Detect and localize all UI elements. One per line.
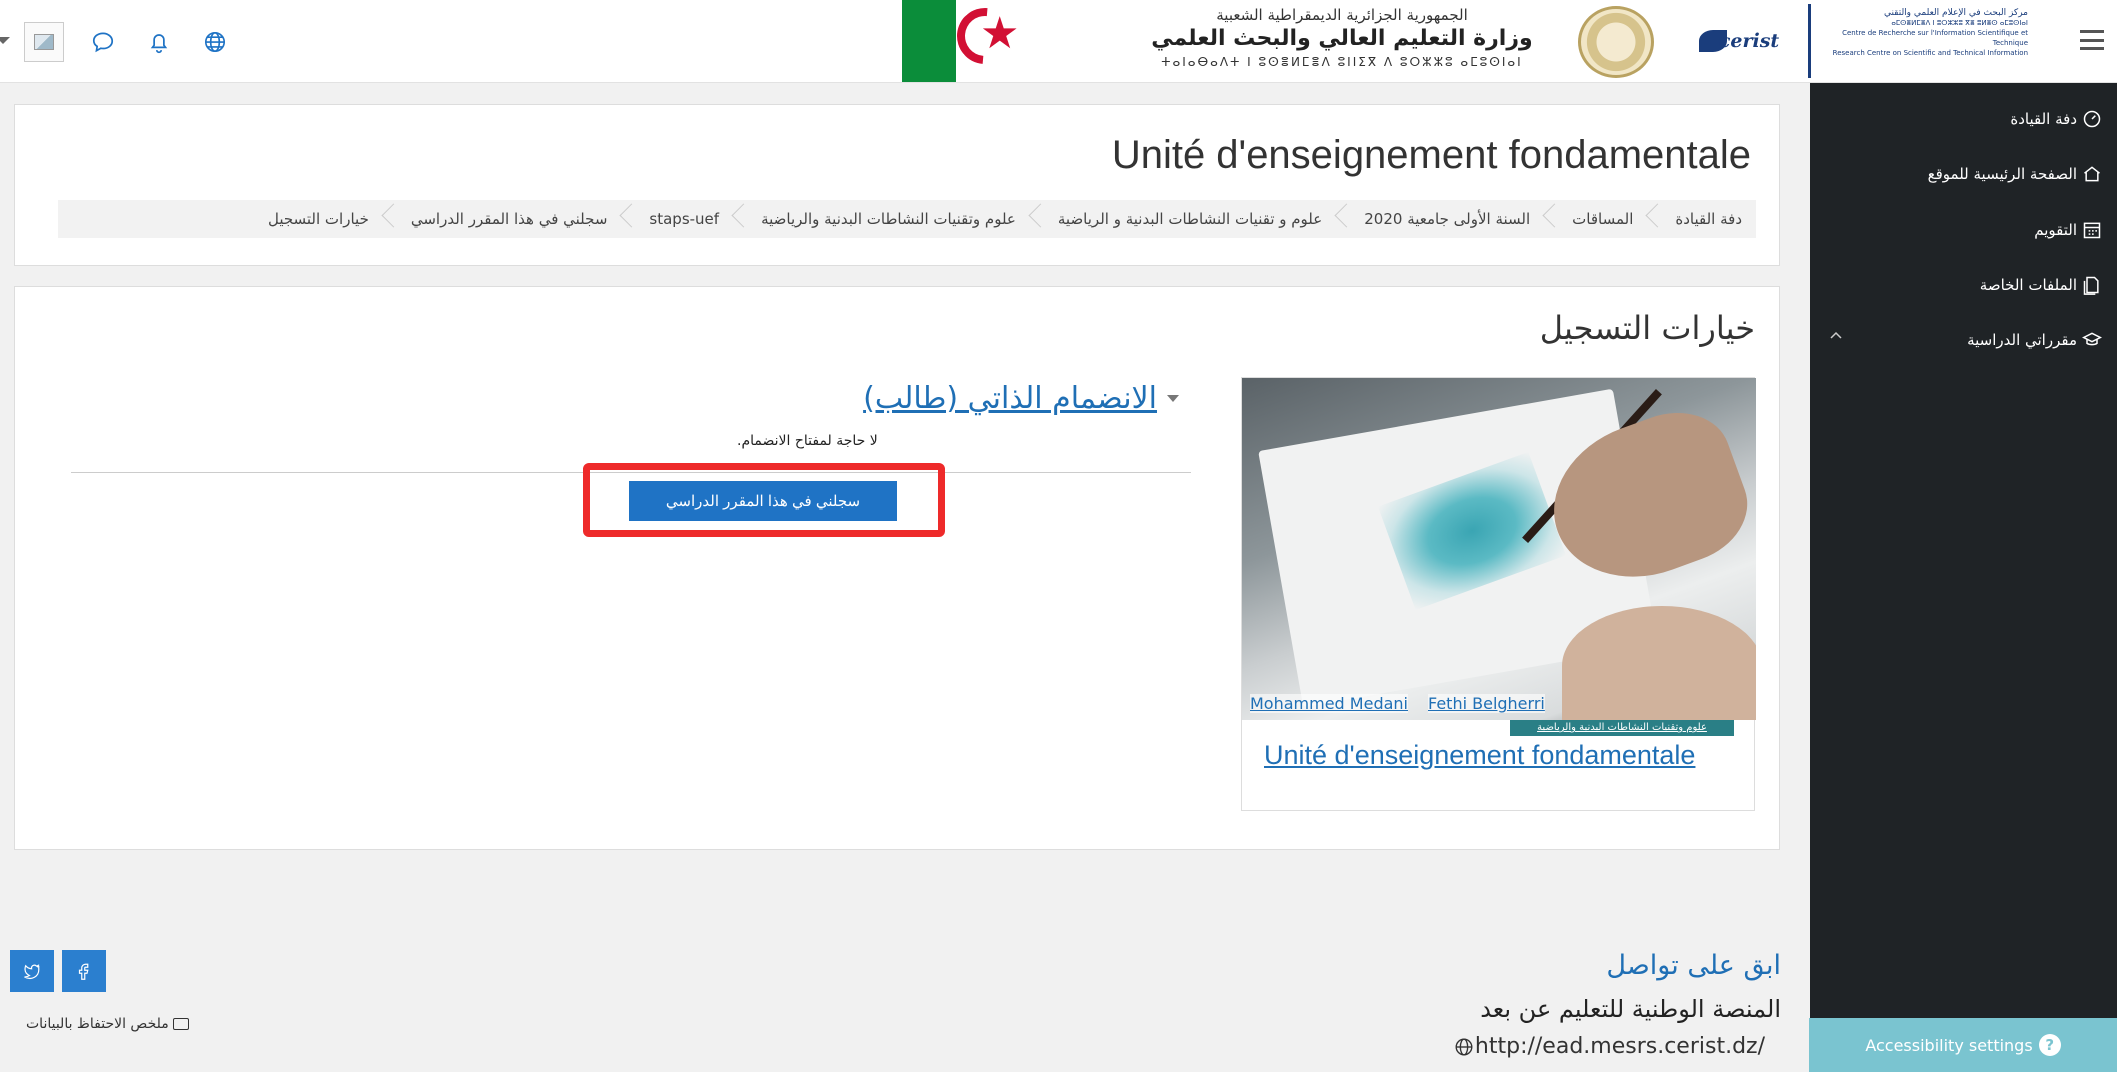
- ministry-seal-logo: [1578, 6, 1654, 78]
- language-globe-icon[interactable]: [198, 25, 232, 59]
- breadcrumb: دفة القيادة المساقات السنة الأولى جامعية…: [58, 200, 1756, 238]
- home-icon: [2081, 163, 2103, 185]
- files-icon: [2081, 274, 2103, 296]
- course-image[interactable]: Mohammed Medani Fethi Belgherri: [1242, 378, 1756, 720]
- course-teachers: Mohammed Medani Fethi Belgherri: [1250, 694, 1545, 713]
- graduation-cap-icon: [2081, 329, 2103, 351]
- cerist-wordmark: cerist: [1718, 30, 1780, 52]
- facebook-icon: [78, 963, 89, 980]
- enrolment-options-card: خيارات التسجيل الانضمام الذاتي (طالب) لا…: [14, 286, 1780, 850]
- course-category-badge[interactable]: علوم وتقنيات النشاطات البدنية والرياضية: [1510, 720, 1734, 736]
- republic-name: الجمهورية الجزائرية الديمقراطية الشعبية: [1216, 6, 1468, 24]
- ministry-name: وزارة التعليم العالي والبحث العلمي: [1151, 26, 1533, 51]
- breadcrumb-item-category[interactable]: علوم وتقنيات النشاطات البدنية والرياضية: [719, 200, 1016, 238]
- cerist-logo[interactable]: cerist: [1684, 0, 1794, 82]
- self-enrolment-toggle[interactable]: الانضمام الذاتي (طالب): [863, 381, 1179, 416]
- footer-website-link[interactable]: http://ead.mesrs.cerist.dz/: [1445, 1034, 1765, 1059]
- algeria-flag: ★: [902, 0, 1025, 82]
- sidebar-item-private-files[interactable]: الملفات الخاصة: [1980, 270, 2103, 300]
- ministry-text: الجمهورية الجزائرية الديمقراطية الشعبية …: [1102, 6, 1582, 69]
- broken-image-icon: [34, 33, 54, 50]
- footer-heading: ابق على تواصل: [1606, 950, 1781, 981]
- cerist-name-fr: Centre de Recherche sur l'Information Sc…: [1842, 29, 2028, 47]
- sidebar-item-label: الصفحة الرئيسية للموقع: [1927, 165, 2077, 183]
- breadcrumb-item-course[interactable]: staps-uef: [607, 200, 719, 238]
- sidebar-item-calendar[interactable]: التقويم: [2034, 215, 2103, 245]
- breadcrumb-item-enrolment-options: خيارات التسجيل: [267, 210, 369, 228]
- twitter-button[interactable]: [10, 950, 54, 992]
- flag-star-icon: ★: [980, 8, 1020, 59]
- data-retention-summary-link[interactable]: ملخص الاحتفاظ بالبيانات: [26, 1016, 189, 1032]
- globe-icon: [1455, 1038, 1473, 1055]
- course-summary-tile: Mohammed Medani Fethi Belgherri علوم وتق…: [1241, 377, 1756, 811]
- enrol-me-button[interactable]: سجلني في هذا المقرر الدراسي: [629, 481, 897, 521]
- collapse-chevron-up-icon[interactable]: [1828, 327, 1844, 343]
- sidebar-item-site-home[interactable]: الصفحة الرئيسية للموقع: [1928, 159, 2103, 189]
- course-name-link[interactable]: Unité d'enseignement fondamentale: [1264, 740, 1695, 771]
- footer-platform-name: المنصة الوطنية للتعليم عن بعد: [1480, 995, 1781, 1023]
- sidebar-item-my-courses[interactable]: مقرراتي الدراسية: [1967, 325, 2103, 355]
- facebook-button[interactable]: [62, 950, 106, 992]
- user-menu-caret-icon[interactable]: [0, 36, 10, 47]
- sidebar-item-label: دفة القيادة: [2010, 110, 2077, 128]
- sidebar-item-label: التقويم: [2034, 221, 2077, 239]
- navbar-actions: [0, 0, 232, 83]
- breadcrumb-item-faculty[interactable]: علوم و تقنيات النشاطات البدنية و الرياضي…: [1016, 200, 1322, 238]
- messages-icon[interactable]: [86, 25, 120, 59]
- help-question-icon: ?: [2038, 1034, 2061, 1056]
- twitter-icon: [24, 964, 40, 979]
- accessibility-settings-label: Accessibility settings: [1865, 1035, 2033, 1055]
- folder-icon: [172, 1018, 189, 1030]
- user-avatar[interactable]: [24, 21, 64, 62]
- accessibility-settings-button[interactable]: Accessibility settings ?: [1809, 1018, 2117, 1072]
- teacher-link[interactable]: Fethi Belgherri: [1428, 694, 1545, 713]
- drawer-toggle-hamburger-icon[interactable]: [2080, 30, 2104, 50]
- notifications-bell-icon[interactable]: [142, 25, 176, 59]
- cerist-name-en: Research Centre on Scientific and Techni…: [1832, 49, 2028, 57]
- ministry-name-tifinagh: ⵜⴰⵏⴰⴱⴰⴷⵜ ⵏ ⵓⵙⴻⵍⵎⴻⴷ ⵓⵏⵏⵉⴳ ⴷ ⵓⵔⵣⵣⵓ ⴰⵎⵓⵙⵏⴰⵏ: [1161, 55, 1523, 69]
- cerist-full-name: مركز البحث في الإعلام العلمي والتقني ⴰⵎⵙ…: [1808, 4, 2034, 78]
- dashboard-icon: [2081, 108, 2103, 130]
- ministry-banner: ★ الجمهورية الجزائرية الديمقراطية الشعبي…: [902, 0, 1680, 82]
- collapse-caret-icon: [1167, 395, 1179, 402]
- sidebar-item-dashboard[interactable]: دفة القيادة: [2010, 104, 2103, 134]
- top-navbar: ★ الجمهورية الجزائرية الديمقراطية الشعبي…: [0, 0, 2117, 83]
- page-header-card: Unité d'enseignement fondamentale: [14, 104, 1780, 266]
- cerist-name-tifinagh: ⴰⵎⵙⴻⵍⵎⴻⴷ ⵏ ⵓⵔⵣⵣⵓ ⴳⴻ ⵓⵍⴻⵙ ⴰⵎⵓⵙⵏⴰⵏ: [1891, 19, 2028, 27]
- sidebar-item-label: مقرراتي الدراسية: [1967, 331, 2077, 349]
- breadcrumb-item-courses[interactable]: المساقات: [1530, 200, 1633, 238]
- section-heading: خيارات التسجيل: [1539, 309, 1755, 347]
- breadcrumb-item-enrol-me[interactable]: سجلني في هذا المقرر الدراسي: [369, 200, 608, 238]
- no-key-required-text: لا حاجة لمفتاح الانضمام.: [737, 433, 878, 449]
- teacher-link[interactable]: Mohammed Medani: [1250, 694, 1408, 713]
- self-enrolment-title: الانضمام الذاتي (طالب): [863, 381, 1157, 416]
- sidebar-item-label: الملفات الخاصة: [1979, 276, 2077, 294]
- cerist-name-ar: مركز البحث في الإعلام العلمي والتقني: [1883, 8, 2028, 18]
- breadcrumb-item-year[interactable]: السنة الأولى جامعية 2020: [1322, 200, 1530, 238]
- page-title: Unité d'enseignement fondamentale: [1111, 133, 1751, 177]
- calendar-icon: [2081, 219, 2103, 241]
- breadcrumb-item-dashboard[interactable]: دفة القيادة: [1633, 200, 1742, 238]
